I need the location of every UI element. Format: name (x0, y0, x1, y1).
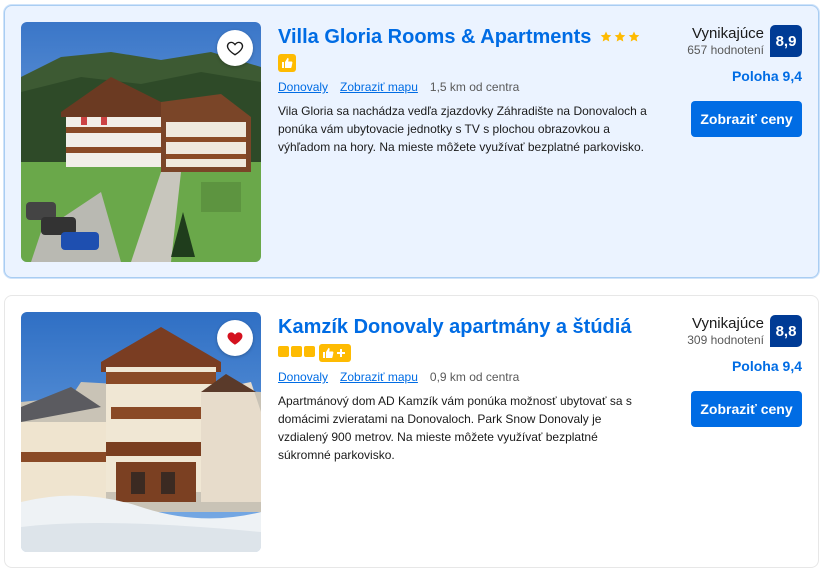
property-card[interactable]: Kamzík Donovaly apartmány a štúdiá Donov… (4, 295, 819, 568)
heart-filled-icon (226, 329, 244, 347)
review-word: Vynikajúce (692, 315, 764, 332)
preferred-badge (278, 54, 296, 72)
favorite-button[interactable] (217, 320, 253, 356)
review-score-badge: 8,8 (770, 315, 802, 347)
review-summary[interactable]: Vynikajúce 309 hodnotení 8,8 (687, 315, 802, 347)
favorite-button[interactable] (217, 30, 253, 66)
property-name-link[interactable]: Kamzík Donovaly apartmány a štúdiá (278, 316, 631, 338)
distance-from-center: 0,9 km od centra (429, 370, 520, 384)
show-map-link[interactable]: Zobraziť mapu (340, 80, 418, 94)
review-count: 657 hodnotení (687, 43, 764, 57)
rating-badges (278, 344, 351, 362)
thumbs-up-icon (278, 54, 296, 72)
property-name-link[interactable]: Villa Gloria Rooms & Apartments (278, 26, 591, 48)
show-prices-button[interactable]: Zobraziť ceny (691, 391, 802, 427)
square-rating (278, 344, 317, 362)
property-description: Apartmánový dom AD Kamzík vám ponúka mož… (278, 394, 632, 462)
property-description: Vila Gloria sa nachádza vedľa zjazdovky … (278, 104, 647, 154)
property-card[interactable]: Villa Gloria Rooms & Apartments Donovaly… (4, 5, 819, 278)
location-score: Poloha 9,4 (731, 358, 802, 374)
review-word: Vynikajúce (692, 25, 764, 42)
location-link[interactable]: Donovaly (278, 80, 328, 94)
thumbs-up-plus-icon (319, 344, 351, 362)
distance-from-center: 1,5 km od centra (429, 80, 520, 94)
review-score-badge: 8,9 (770, 25, 802, 57)
heart-outline-icon (226, 39, 244, 57)
show-prices-button[interactable]: Zobraziť ceny (691, 101, 802, 137)
review-count: 309 hodnotení (687, 333, 764, 347)
review-summary[interactable]: Vynikajúce 657 hodnotení 8,9 (687, 25, 802, 57)
star-rating (600, 30, 642, 48)
show-map-link[interactable]: Zobraziť mapu (340, 370, 418, 384)
property-photo[interactable] (21, 22, 261, 262)
property-photo[interactable] (21, 312, 261, 552)
location-score: Poloha 9,4 (731, 68, 802, 84)
location-link[interactable]: Donovaly (278, 370, 328, 384)
